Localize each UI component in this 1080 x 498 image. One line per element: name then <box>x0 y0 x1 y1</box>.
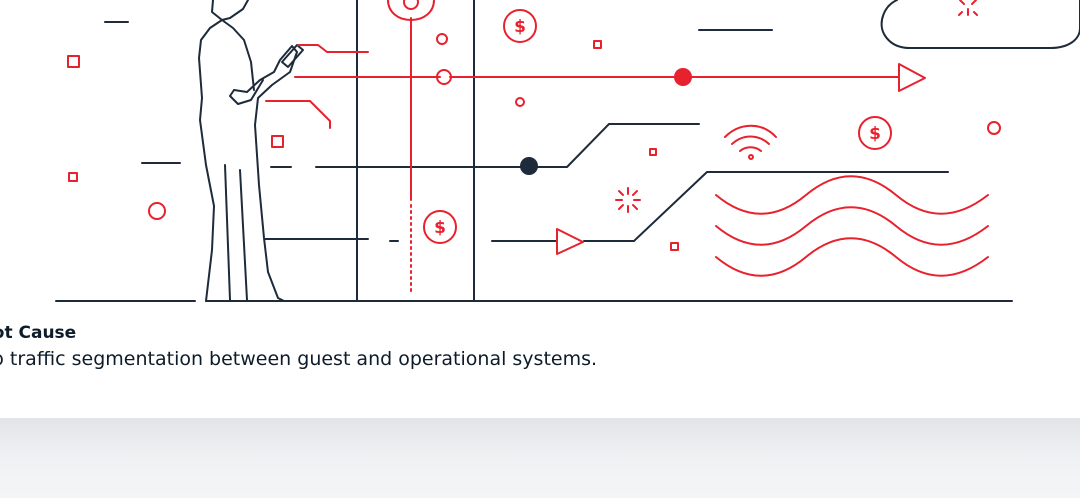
signal-node <box>674 68 692 86</box>
circle-shape <box>148 202 166 220</box>
dollar-symbol: $ <box>869 124 881 144</box>
signal-line <box>265 100 331 129</box>
play-arrow-icon <box>556 228 584 255</box>
location-pin-icon <box>403 0 419 10</box>
square-shape <box>271 135 284 148</box>
wifi-icon <box>748 154 754 160</box>
square-shape <box>67 55 80 68</box>
sparkle-icon <box>958 0 978 16</box>
square-shape <box>649 148 657 156</box>
dollar-symbol: $ <box>514 17 526 37</box>
bottom-band <box>0 418 1080 498</box>
square-shape <box>670 242 679 251</box>
circle-shape <box>987 121 1001 135</box>
cloud-icon <box>880 0 1080 49</box>
hero-illustration: $ $ $ <box>55 0 1080 302</box>
circle-shape <box>515 97 525 107</box>
square-shape <box>593 40 602 49</box>
circle-shape <box>436 33 448 45</box>
play-arrow-icon <box>898 63 926 92</box>
sparkle-icon <box>615 187 641 213</box>
network-node <box>520 157 538 175</box>
network-path <box>315 123 700 168</box>
square-shape <box>68 172 78 182</box>
caption-text: No traffic segmentation between guest an… <box>0 348 598 370</box>
wifi-icon <box>724 124 777 152</box>
dollar-symbol: $ <box>434 218 446 238</box>
person-silhouette-icon <box>198 0 298 302</box>
wave-icon <box>715 175 989 277</box>
network-path <box>583 171 949 242</box>
caption-title: Root Cause <box>0 323 77 343</box>
